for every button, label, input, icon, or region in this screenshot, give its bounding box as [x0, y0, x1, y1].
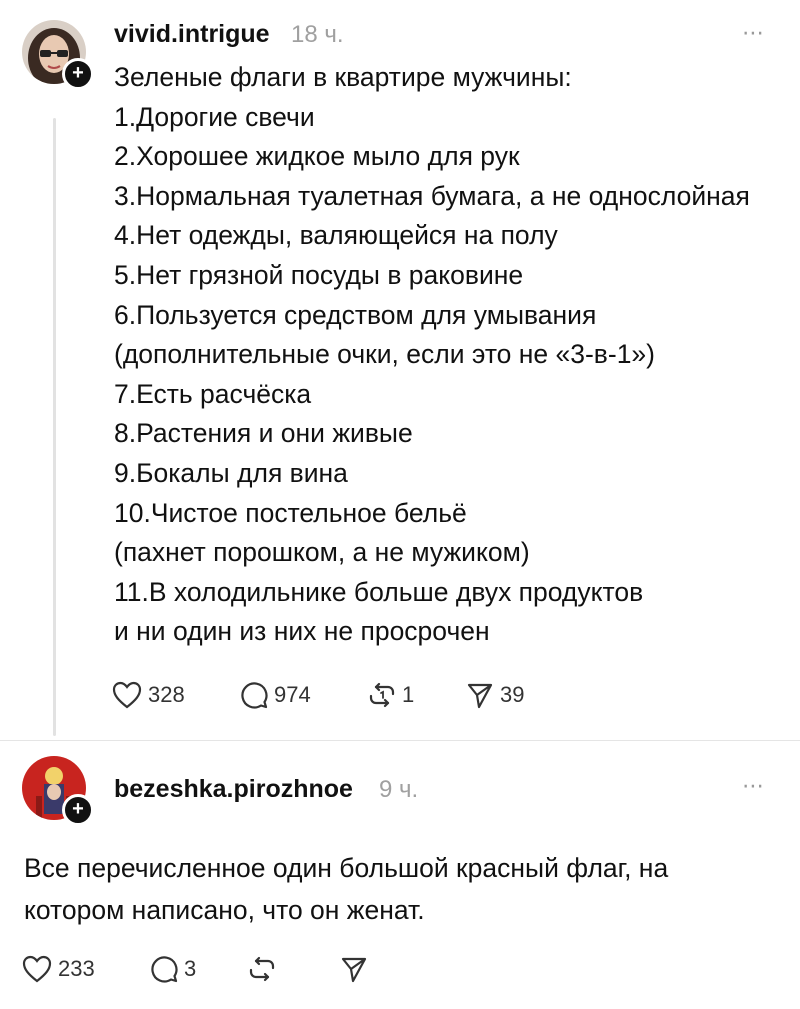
- post-line: 2.Хорошее жидкое мыло для рук: [114, 141, 520, 172]
- post-text: Все перечисленное один большой красный ф…: [24, 847, 668, 931]
- repost-count: 1: [402, 682, 415, 707]
- post-line: котором написано, что он женат.: [24, 895, 425, 925]
- repost-button[interactable]: [248, 955, 340, 983]
- like-count: 328: [148, 682, 185, 707]
- share-button[interactable]: [340, 955, 374, 983]
- post-line: 11.В холодильнике больше двух продуктов: [114, 576, 644, 607]
- comment-bubble-icon: [241, 682, 268, 709]
- follow-plus-icon[interactable]: +: [62, 58, 94, 90]
- heart-icon: [112, 681, 142, 709]
- repost-button[interactable]: 1: [368, 681, 466, 709]
- thread-line: [53, 118, 56, 736]
- avatar[interactable]: +: [22, 756, 94, 826]
- post-line: 8.Растения и они живые: [114, 418, 413, 449]
- heart-icon: [22, 955, 52, 983]
- comment-count: 974: [274, 682, 311, 707]
- post-line: 6.Пользуется средством для умывания: [114, 299, 597, 330]
- post-line: (пахнет порошком, а не мужиком): [114, 537, 530, 568]
- post-text: Зеленые флаги в квартире мужчины: 1.Доро…: [114, 58, 750, 652]
- like-button[interactable]: 233: [22, 955, 150, 983]
- like-button[interactable]: 328: [112, 681, 240, 709]
- repost-icon: [369, 682, 395, 708]
- post-line: и ни один из них не просрочен: [114, 616, 490, 647]
- avatar[interactable]: +: [22, 20, 94, 90]
- post-line: Зеленые флаги в квартире мужчины:: [114, 62, 572, 92]
- username[interactable]: bezeshka.pirozhnoe: [114, 775, 353, 804]
- post-line: 7.Есть расчёска: [114, 378, 312, 409]
- comment-bubble-icon: [151, 956, 178, 983]
- share-button[interactable]: 39: [466, 681, 524, 709]
- post-line: 3.Нормальная туалетная бумага, а не одно…: [114, 180, 750, 211]
- comment-button[interactable]: 3: [150, 955, 248, 983]
- comment-button[interactable]: 974: [240, 681, 368, 709]
- post-line: Все перечисленное один большой красный ф…: [24, 853, 669, 883]
- post-actions: 328 974 1 39: [112, 681, 524, 709]
- repost-icon: [249, 956, 275, 982]
- timestamp: 9 ч.: [379, 776, 419, 803]
- post-line: 9.Бокалы для вина: [114, 457, 348, 488]
- more-dots-icon[interactable]: ⋯: [742, 20, 765, 46]
- post-line: 10.Чистое постельное бельё: [114, 497, 467, 528]
- username[interactable]: vivid.intrigue: [114, 20, 270, 49]
- like-count: 233: [58, 956, 95, 981]
- more-dots-icon[interactable]: ⋯: [742, 773, 765, 799]
- post-line: 4.Нет одежды, валяющейся на полу: [114, 220, 558, 251]
- post-line: 5.Нет грязной посуды в раковине: [114, 259, 524, 290]
- send-icon: [341, 957, 367, 983]
- share-count: 39: [500, 682, 525, 707]
- post-line: 1.Дорогие свечи: [114, 101, 315, 132]
- post-divider: [0, 740, 800, 741]
- comment-count: 3: [184, 956, 197, 981]
- send-icon: [467, 683, 493, 709]
- follow-plus-icon[interactable]: +: [62, 794, 94, 826]
- timestamp: 18 ч.: [291, 21, 344, 48]
- post-actions: 233 3: [22, 955, 374, 983]
- post-line: (дополнительные очки, если это не «3-в-1…: [114, 339, 655, 370]
